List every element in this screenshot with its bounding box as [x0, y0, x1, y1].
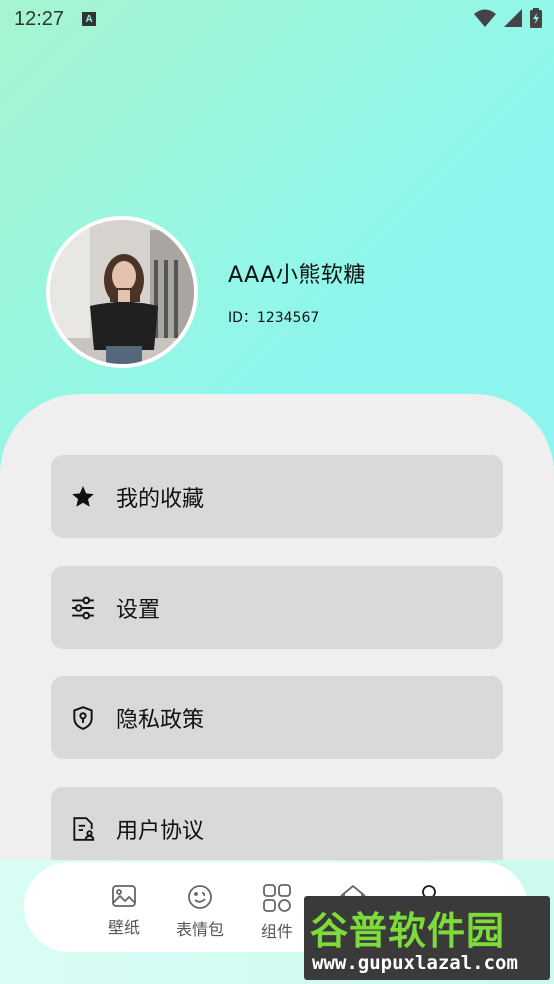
menu-label-favorites: 我的收藏 [116, 486, 205, 512]
menu-label-settings: 设置 [116, 597, 161, 623]
signal-icon [504, 9, 522, 27]
status-bar: 12:27 A [0, 0, 554, 38]
user-id: ID：1234567 [228, 310, 320, 326]
status-time: 12:27 [14, 7, 65, 30]
tab-widgets[interactable]: 组件 [242, 884, 312, 942]
menu-label-user-agreement: 用户协议 [116, 818, 205, 844]
menu-item-privacy[interactable]: 隐私政策 [51, 676, 503, 759]
profile-header: AAA小熊软糖 ID：1234567 [46, 216, 366, 368]
tab-stickers[interactable]: 表情包 [165, 884, 235, 940]
tab-label-stickers: 表情包 [175, 920, 224, 939]
menu-label-privacy: 隐私政策 [116, 707, 205, 733]
tab-wallpaper[interactable]: 壁纸 [89, 884, 159, 938]
sliders-icon [69, 594, 97, 622]
menu-item-favorites[interactable]: 我的收藏 [51, 455, 503, 538]
avatar-photo [50, 220, 194, 364]
notification-icon: A [82, 12, 97, 26]
profile-info: AAA小熊软糖 ID：1234567 [228, 257, 366, 327]
menu-item-user-agreement[interactable]: 用户协议 [51, 787, 503, 870]
emoji-icon [188, 885, 212, 909]
status-icons [474, 8, 542, 28]
image-icon [112, 885, 136, 907]
watermark: 谷普软件园 www.gupuxlazal.com [304, 896, 550, 980]
shield-icon [69, 704, 97, 732]
watermark-title: 谷普软件园 [310, 909, 506, 953]
star-icon [69, 483, 97, 511]
avatar[interactable] [46, 216, 198, 368]
menu-item-settings[interactable]: 设置 [51, 566, 503, 649]
username: AAA小熊软糖 [228, 263, 366, 288]
battery-icon [530, 8, 542, 28]
tab-label-widgets: 组件 [260, 922, 293, 941]
wifi-icon [474, 9, 496, 27]
document-user-icon [69, 815, 97, 843]
grid-icon [263, 884, 291, 912]
tab-label-wallpaper: 壁纸 [107, 918, 140, 937]
watermark-url: www.gupuxlazal.com [312, 952, 518, 974]
